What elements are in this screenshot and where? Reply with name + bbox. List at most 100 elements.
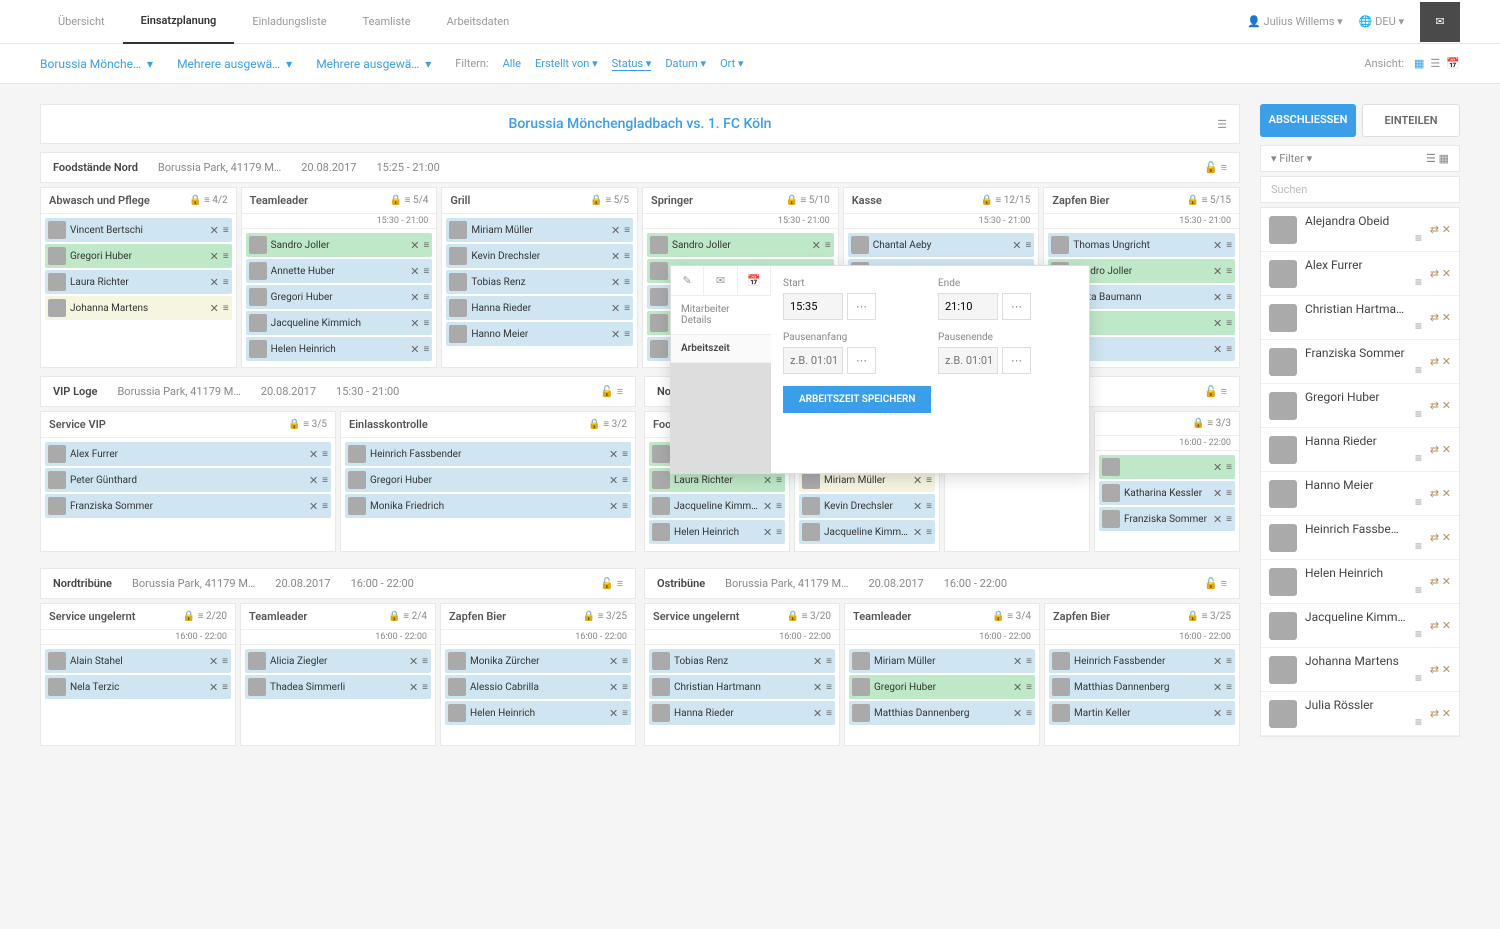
section-icons[interactable]: 🔓 ≡ — [600, 385, 623, 398]
assignment-slot[interactable]: Peter Günthard✕≡ — [45, 468, 331, 492]
assignment-slot[interactable]: Kevin Drechsler✕≡ — [446, 244, 633, 268]
view-grid-icon[interactable]: ▦ — [1414, 57, 1424, 70]
menu-icon[interactable]: ≡ — [776, 527, 782, 538]
person-menu-icon[interactable]: ≡ — [1305, 583, 1422, 597]
menu-icon[interactable]: ≡ — [322, 449, 328, 460]
nav-tab[interactable]: Einladungsliste — [234, 0, 344, 44]
assignment-slot[interactable]: Matthias Dannenberg✕≡ — [1049, 675, 1235, 699]
filter-created[interactable]: Erstellt von ▾ — [535, 57, 598, 71]
assignment-slot[interactable]: Alex Furrer✕≡ — [45, 442, 331, 466]
remove-icon[interactable]: ✕ — [309, 500, 318, 513]
assignment-slot[interactable]: Hanno Meier✕≡ — [446, 322, 633, 346]
assignment-slot[interactable]: Gregori Huber✕≡ — [345, 468, 631, 492]
assignment-slot[interactable]: Christian Hartmann✕≡ — [649, 675, 835, 699]
menu-icon[interactable]: ≡ — [1226, 682, 1232, 693]
assignment-slot[interactable]: Matthias Dannenberg✕≡ — [849, 701, 1035, 725]
menu-icon[interactable]: ≡ — [222, 656, 228, 667]
menu-icon[interactable]: ≡ — [624, 303, 630, 314]
filter-view-icons[interactable]: ☰ ▦ — [1426, 152, 1449, 165]
menu-icon[interactable]: ≡ — [622, 682, 628, 693]
menu-icon[interactable]: ≡ — [222, 682, 228, 693]
person-action-icons[interactable]: ⇄ ✕ — [1430, 707, 1451, 720]
remove-icon[interactable]: ✕ — [210, 224, 219, 237]
remove-icon[interactable]: ✕ — [1213, 681, 1222, 694]
remove-icon[interactable]: ✕ — [1213, 707, 1222, 720]
person-action-icons[interactable]: ⇄ ✕ — [1430, 531, 1451, 544]
person-action-icons[interactable]: ⇄ ✕ — [1430, 355, 1451, 368]
remove-icon[interactable]: ✕ — [813, 707, 822, 720]
remove-icon[interactable]: ✕ — [611, 328, 620, 341]
menu-icon[interactable]: ≡ — [223, 225, 229, 236]
search-input[interactable]: Suchen — [1260, 176, 1460, 203]
assignment-slot[interactable]: Monika Zürcher✕≡ — [445, 649, 631, 673]
menu-icon[interactable]: ≡ — [1226, 240, 1232, 251]
menu-icon[interactable]: ≡ — [826, 682, 832, 693]
assignment-slot[interactable]: Martin Keller✕≡ — [1049, 701, 1235, 725]
remove-icon[interactable]: ✕ — [1213, 487, 1222, 500]
assignment-slot[interactable]: Monika Friedrich✕≡ — [345, 494, 631, 518]
assignment-slot[interactable]: Alicia Ziegler✕≡ — [245, 649, 431, 673]
menu-icon[interactable]: ≡ — [424, 318, 430, 329]
dropdown-multi1[interactable]: Mehrere ausgewä… ▾ — [177, 57, 292, 71]
assignment-slot[interactable]: Kevin Drechsler✕≡ — [799, 494, 935, 518]
person-action-icons[interactable]: ⇄ ✕ — [1430, 663, 1451, 676]
remove-icon[interactable]: ✕ — [410, 239, 419, 252]
assignment-slot[interactable]: Jacqueline Kimmich✕≡ — [799, 520, 935, 544]
remove-icon[interactable]: ✕ — [611, 250, 620, 263]
assignment-slot[interactable]: Jacqueline Kimmich✕≡ — [649, 494, 785, 518]
assignment-slot[interactable]: ✕≡ — [1099, 455, 1235, 479]
remove-icon[interactable]: ✕ — [410, 265, 419, 278]
dropdown-club[interactable]: Borussia Mönche… ▾ — [40, 57, 153, 71]
assignment-slot[interactable]: Thadea Simmerli✕≡ — [245, 675, 431, 699]
menu-icon[interactable]: ≡ — [624, 225, 630, 236]
menu-icon[interactable]: ≡ — [622, 708, 628, 719]
menu-icon[interactable]: ≡ — [825, 240, 831, 251]
person-item[interactable]: Alex Furrer≡⇄ ✕ — [1261, 252, 1459, 296]
tab-worktime[interactable]: Arbeitszeit — [671, 335, 771, 363]
menu-icon[interactable]: ≡ — [624, 251, 630, 262]
mail-icon[interactable]: ✉ — [704, 266, 737, 295]
assignment-slot[interactable]: Johanna Martens✕≡ — [45, 296, 232, 320]
dropdown-multi2[interactable]: Mehrere ausgewä… ▾ — [316, 57, 431, 71]
assignment-slot[interactable]: Katharina Kessler✕≡ — [1099, 481, 1235, 505]
remove-icon[interactable]: ✕ — [913, 474, 922, 487]
person-menu-icon[interactable]: ≡ — [1305, 319, 1422, 333]
remove-icon[interactable]: ✕ — [210, 276, 219, 289]
remove-icon[interactable]: ✕ — [1213, 291, 1222, 304]
assignment-slot[interactable]: Sandro Joller✕≡ — [647, 233, 834, 257]
menu-icon[interactable]: ≡ — [926, 475, 932, 486]
menu-icon[interactable]: ≡ — [223, 277, 229, 288]
remove-icon[interactable]: ✕ — [763, 474, 772, 487]
menu-icon[interactable]: ≡ — [1226, 266, 1232, 277]
menu-icon[interactable]: ≡ — [1226, 514, 1232, 525]
assignment-slot[interactable]: Hanna Rieder✕≡ — [649, 701, 835, 725]
remove-icon[interactable]: ✕ — [913, 500, 922, 513]
assignment-slot[interactable]: Gregori Huber✕≡ — [45, 244, 232, 268]
remove-icon[interactable]: ✕ — [812, 239, 821, 252]
assignment-slot[interactable]: Alessio Cabrilla✕≡ — [445, 675, 631, 699]
nav-tab[interactable]: Teamliste — [345, 0, 429, 44]
assignment-slot[interactable]: Helen Heinrich✕≡ — [246, 337, 433, 361]
person-menu-icon[interactable]: ≡ — [1305, 407, 1422, 421]
user-menu[interactable]: 👤 Julius Willems ▾ — [1247, 15, 1343, 28]
assignment-slot[interactable]: Helen Heinrich✕≡ — [649, 520, 785, 544]
menu-icon[interactable]: ≡ — [322, 475, 328, 486]
person-menu-icon[interactable]: ≡ — [1305, 671, 1422, 685]
end-input[interactable] — [938, 293, 998, 320]
person-action-icons[interactable]: ⇄ ✕ — [1430, 575, 1451, 588]
assignment-slot[interactable]: Franziska Sommer✕≡ — [45, 494, 331, 518]
person-item[interactable]: Jacqueline Kimm…≡⇄ ✕ — [1261, 604, 1459, 648]
person-item[interactable]: Gregori Huber≡⇄ ✕ — [1261, 384, 1459, 428]
nav-tab[interactable]: Übersicht — [40, 0, 123, 44]
remove-icon[interactable]: ✕ — [609, 655, 618, 668]
assignment-slot[interactable]: Nela Terzic✕≡ — [45, 675, 231, 699]
remove-icon[interactable]: ✕ — [1213, 239, 1222, 252]
remove-icon[interactable]: ✕ — [209, 655, 218, 668]
pause-end-input[interactable] — [938, 347, 998, 374]
start-picker[interactable]: ⋯ — [847, 293, 876, 320]
remove-icon[interactable]: ✕ — [763, 526, 772, 539]
remove-icon[interactable]: ✕ — [913, 526, 922, 539]
person-item[interactable]: Franziska Sommer≡⇄ ✕ — [1261, 340, 1459, 384]
remove-icon[interactable]: ✕ — [410, 343, 419, 356]
assignment-slot[interactable]: Helen Heinrich✕≡ — [445, 701, 631, 725]
